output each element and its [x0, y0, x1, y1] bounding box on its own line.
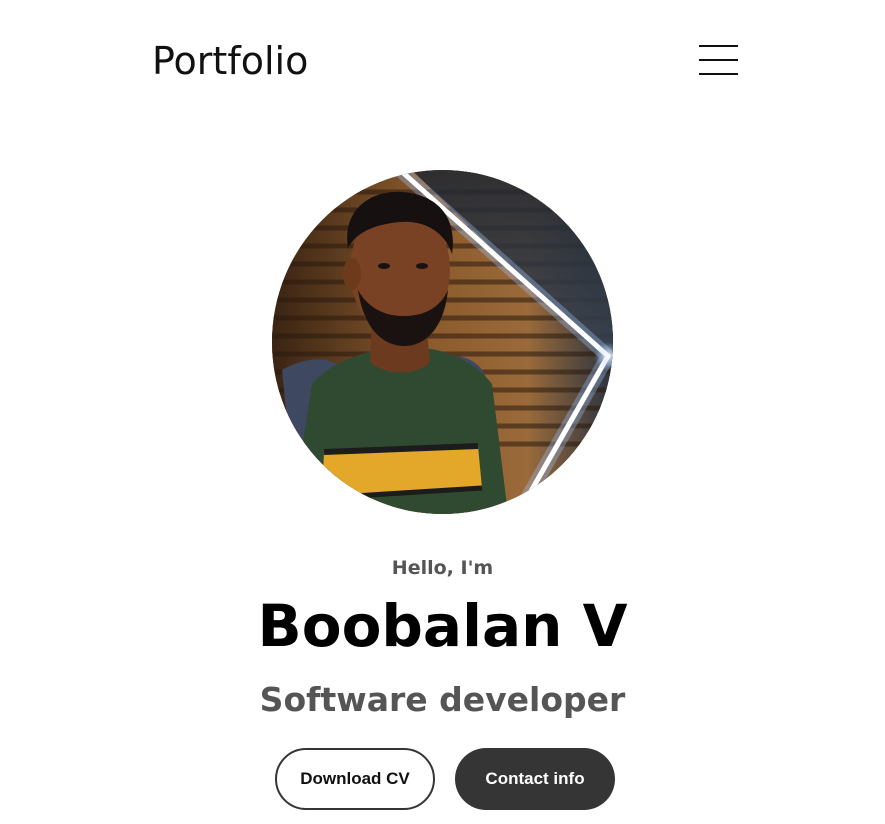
menu-bar-top [699, 45, 738, 47]
contact-info-button[interactable]: Contact info [455, 748, 615, 810]
site-logo[interactable]: Portfolio [152, 38, 308, 84]
download-cv-button[interactable]: Download CV [275, 748, 435, 810]
greeting-text: Hello, I'm [391, 557, 494, 579]
hamburger-menu-icon[interactable] [699, 44, 739, 78]
profile-photo [272, 170, 613, 514]
hero-name: Boobalan V [257, 592, 628, 660]
menu-bar-middle [699, 59, 738, 61]
menu-bar-bottom [699, 73, 738, 75]
profile-photo-illustration [272, 170, 613, 514]
portfolio-page: Portfolio Hello, I'm Boobalan V Software… [0, 0, 885, 824]
hero-role: Software developer [259, 680, 626, 719]
